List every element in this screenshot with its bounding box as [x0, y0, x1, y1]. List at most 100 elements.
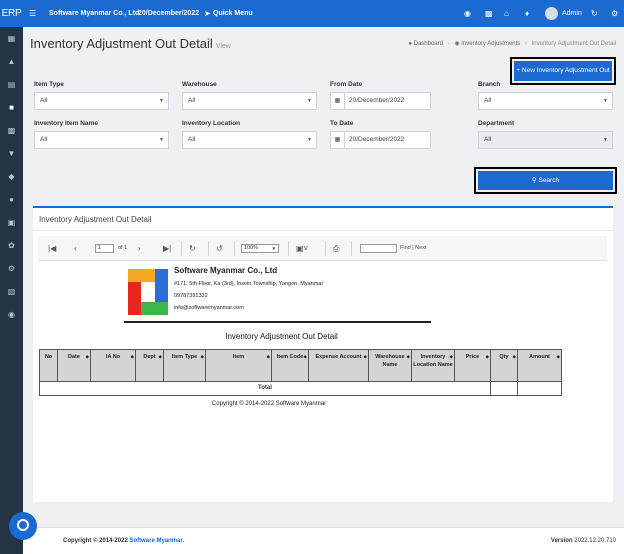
sort-icon[interactable]: ◆: [86, 353, 89, 361]
column-header-label: Item: [232, 354, 245, 360]
breadcrumb-parent[interactable]: Inventory Adjustments: [461, 41, 520, 47]
sort-icon[interactable]: ◆: [450, 353, 453, 361]
sort-icon[interactable]: ◆: [131, 353, 134, 361]
footer-copyright: Copyright © 2014-2022 Software Myanmar.: [63, 528, 184, 554]
column-header-label: No: [44, 354, 53, 360]
page-number-input[interactable]: 1: [95, 244, 114, 253]
breadcrumb-current: Inventory Adjustment Out Detail: [531, 41, 616, 47]
refresh-icon[interactable]: ↻: [591, 0, 598, 27]
from-date-input[interactable]: ▦ 20/December/2022: [330, 92, 431, 110]
first-page-icon[interactable]: |◀: [48, 236, 56, 261]
divider: [33, 230, 613, 231]
chat-bubble-icon: [17, 519, 29, 531]
sort-icon[interactable]: ◆: [304, 353, 307, 361]
export-save-icon[interactable]: ▣˅: [296, 236, 308, 261]
next-page-icon[interactable]: ›: [138, 236, 141, 261]
column-header[interactable]: Item Type ◆: [163, 350, 205, 382]
building-icon[interactable]: ▣: [0, 211, 23, 234]
column-header[interactable]: Price ◆: [454, 350, 490, 382]
gear-icon[interactable]: ⚙: [0, 257, 23, 280]
chevron-down-icon: ▼: [603, 137, 608, 143]
chevron-down-icon: ▼: [307, 137, 312, 143]
column-header[interactable]: IA No ◆: [90, 350, 135, 382]
home-icon[interactable]: ⌂: [504, 0, 509, 27]
print-icon[interactable]: ⎙: [333, 236, 339, 261]
to-date-input[interactable]: ▦ 20/December/2022: [330, 131, 431, 149]
sort-icon[interactable]: ◆: [486, 353, 489, 361]
settings-icon[interactable]: ⚙: [611, 0, 618, 27]
breadcrumb: ● Dashboard › ◉ Inventory Adjustments › …: [408, 40, 616, 47]
inventory-item-name-value: All: [40, 136, 48, 143]
sort-icon[interactable]: ◆: [407, 353, 410, 361]
find-input[interactable]: [360, 244, 397, 253]
hamburger-menu-icon[interactable]: ☰: [29, 0, 36, 27]
refresh-report-icon[interactable]: ↻: [189, 236, 196, 261]
department-select[interactable]: All ▼: [478, 131, 613, 149]
find-next-links[interactable]: Find | Next: [400, 236, 427, 261]
chart-icon[interactable]: ▲: [0, 50, 23, 73]
column-header[interactable]: Qty ◆: [490, 350, 517, 382]
bell-icon[interactable]: ♦: [525, 0, 529, 27]
book-icon[interactable]: ▧: [0, 280, 23, 303]
column-header[interactable]: Amount ◆: [517, 350, 561, 382]
new-adjustment-button[interactable]: + New Inventory Adjustment Out: [514, 61, 612, 81]
calendar-icon[interactable]: ▦: [331, 132, 345, 148]
column-header[interactable]: Expense Account ◆: [308, 350, 368, 382]
cart-icon[interactable]: ▼: [0, 142, 23, 165]
divider: [325, 241, 326, 256]
users-icon[interactable]: ●: [0, 188, 23, 211]
chat-support-button[interactable]: [9, 512, 37, 540]
column-header[interactable]: Item ◆: [205, 350, 271, 382]
app-logo[interactable]: ERP: [0, 0, 23, 27]
sort-icon[interactable]: ◆: [557, 353, 560, 361]
column-header[interactable]: Warehouse Name ◆: [368, 350, 411, 382]
calendar-icon[interactable]: ▦: [331, 93, 345, 109]
column-header[interactable]: Date ◆: [57, 350, 90, 382]
box-icon[interactable]: ■: [0, 96, 23, 119]
last-page-icon[interactable]: ▶|: [163, 236, 171, 261]
sort-icon[interactable]: ◆: [513, 353, 516, 361]
report-table: No Date ◆ IA No ◆ Dept ◆ Item Type ◆ Item ◆ I…: [39, 349, 562, 396]
card-icon[interactable]: ▤: [0, 73, 23, 96]
diamond-icon[interactable]: ◆: [0, 165, 23, 188]
sort-icon[interactable]: ◆: [364, 353, 367, 361]
back-icon[interactable]: ↺: [216, 236, 223, 261]
sort-icon[interactable]: ◆: [201, 353, 204, 361]
inventory-location-select[interactable]: All ▼: [182, 131, 317, 149]
search-icon: ⚲: [531, 177, 537, 184]
column-header-label: Price: [465, 354, 480, 360]
footer-copyright-text: Copyright © 2014-2022: [63, 538, 128, 544]
file-icon[interactable]: ▩: [485, 0, 493, 27]
to-date-value: 20/December/2022: [349, 136, 405, 143]
column-header-label: Expense Account: [315, 354, 362, 360]
calculator-icon[interactable]: ▦: [0, 27, 23, 50]
zoom-select[interactable]: 100% ▼: [241, 244, 279, 253]
report-title: Inventory Adjustment Out Detail: [225, 332, 338, 341]
search-button[interactable]: ⚲ Search: [478, 171, 613, 190]
user-name[interactable]: Admin: [562, 0, 582, 27]
avatar[interactable]: [545, 7, 558, 20]
version-label: Version: [550, 538, 573, 544]
breadcrumb-dashboard[interactable]: Dashboard: [414, 41, 443, 47]
sort-icon[interactable]: ◆: [267, 353, 270, 361]
sort-icon[interactable]: ◆: [159, 353, 162, 361]
previous-page-icon[interactable]: ‹: [74, 236, 77, 261]
divider: [208, 241, 209, 256]
rocket-icon: ➤: [204, 9, 211, 18]
inventory-item-name-select[interactable]: All ▼: [34, 131, 169, 149]
branch-select[interactable]: All ▼: [478, 92, 613, 110]
footer-brand-link[interactable]: Software Myanmar.: [129, 538, 184, 544]
item-type-select[interactable]: All ▼: [34, 92, 169, 110]
column-header[interactable]: Item Code ◆: [271, 350, 308, 382]
leaf-icon[interactable]: ✿: [0, 234, 23, 257]
clipboard-icon[interactable]: ▩: [0, 119, 23, 142]
warehouse-select[interactable]: All ▼: [182, 92, 317, 110]
column-header[interactable]: Dept ◆: [135, 350, 163, 382]
column-header[interactable]: Inventory Location Name ◆: [411, 350, 454, 382]
comment-icon[interactable]: ◉: [0, 303, 23, 326]
column-header[interactable]: No: [39, 350, 57, 382]
chat-icon[interactable]: ◉: [464, 0, 471, 27]
breadcrumb-separator: ›: [524, 41, 527, 47]
divider: [517, 382, 518, 395]
quick-menu-link[interactable]: Quick Menu: [213, 0, 253, 27]
